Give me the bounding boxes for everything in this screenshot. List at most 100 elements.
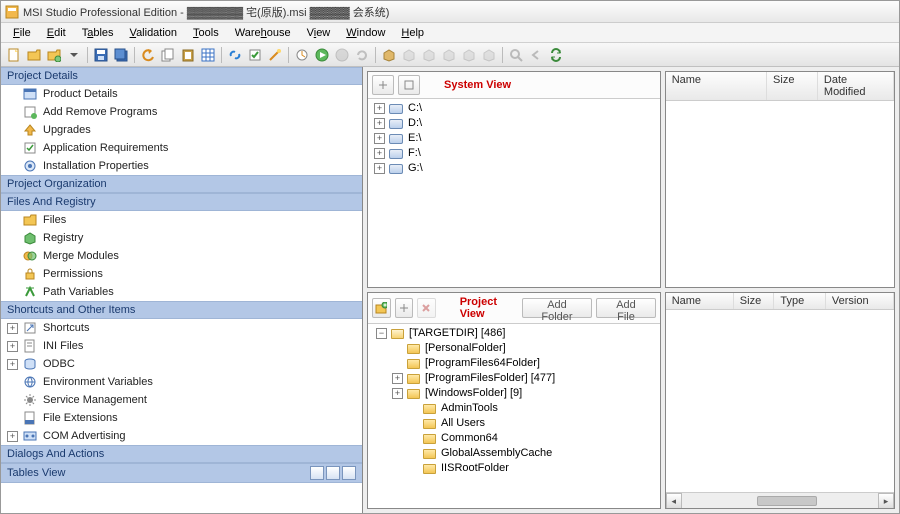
scroll-thumb[interactable] xyxy=(757,496,817,506)
tb-box2-icon[interactable] xyxy=(400,46,418,64)
project-list-body[interactable] xyxy=(666,310,894,492)
proj-node[interactable]: AdminTools xyxy=(372,401,656,416)
nav-add-remove-programs[interactable]: Add Remove Programs xyxy=(1,103,362,121)
nav-merge-modules[interactable]: Merge Modules xyxy=(1,247,362,265)
projview-new-button[interactable] xyxy=(372,298,391,318)
tb-box6-icon[interactable] xyxy=(480,46,498,64)
tb-table-icon[interactable] xyxy=(199,46,217,64)
tb-box5-icon[interactable] xyxy=(460,46,478,64)
col-date[interactable]: Date Modified xyxy=(818,72,894,100)
add-folder-button[interactable]: Add Folder xyxy=(522,298,593,318)
section-files-and-registry[interactable]: Files And Registry xyxy=(1,193,362,211)
nav-upgrades[interactable]: Upgrades xyxy=(1,121,362,139)
system-list-body[interactable] xyxy=(666,101,894,287)
horizontal-scrollbar[interactable]: ◂ ▸ xyxy=(666,492,894,508)
drive-F[interactable]: +F:\ xyxy=(372,146,656,161)
section-dialogs-and-actions[interactable]: Dialogs And Actions xyxy=(1,445,362,463)
tb-new-icon[interactable] xyxy=(5,46,23,64)
tb-open-icon[interactable] xyxy=(25,46,43,64)
tb-refresh-icon[interactable] xyxy=(353,46,371,64)
proj-node[interactable]: Common64 xyxy=(372,431,656,446)
proj-node[interactable]: [PersonalFolder] xyxy=(372,341,656,356)
menu-window[interactable]: Window xyxy=(338,25,393,41)
drive-C[interactable]: +C:\ xyxy=(372,101,656,116)
proj-node[interactable]: −[TARGETDIR] [486] xyxy=(372,326,656,341)
menu-tools[interactable]: Tools xyxy=(185,25,227,41)
proj-node[interactable]: IISRootFolder xyxy=(372,461,656,476)
tb-paste-icon[interactable] xyxy=(179,46,197,64)
add-file-button[interactable]: Add File xyxy=(596,298,655,318)
sysview-expand-button[interactable] xyxy=(372,75,394,95)
tb-saveall-icon[interactable] xyxy=(112,46,130,64)
section-project-details[interactable]: Project Details xyxy=(1,67,362,85)
tb-dropdown-icon[interactable] xyxy=(65,46,83,64)
tb-wizard-icon[interactable] xyxy=(266,46,284,64)
tb-build-icon[interactable] xyxy=(293,46,311,64)
section-shortcuts-and-other-items[interactable]: Shortcuts and Other Items xyxy=(1,301,362,319)
sysview-collapse-button[interactable] xyxy=(398,75,420,95)
expand-icon[interactable]: + xyxy=(392,373,403,384)
expand-icon[interactable]: + xyxy=(374,133,385,144)
nav-com-advertising[interactable]: COM Advertising xyxy=(1,427,362,445)
tables-grid1-icon[interactable] xyxy=(310,466,324,480)
nav-ini-files[interactable]: INI Files xyxy=(1,337,362,355)
expand-icon[interactable]: + xyxy=(374,163,385,174)
expand-icon[interactable]: + xyxy=(374,103,385,114)
menu-help[interactable]: Help xyxy=(393,25,432,41)
projview-delete-button[interactable] xyxy=(417,298,436,318)
nav-environment-variables[interactable]: Environment Variables xyxy=(1,373,362,391)
proj-node[interactable]: GlobalAssemblyCache xyxy=(372,446,656,461)
proj-node[interactable]: +[WindowsFolder] [9] xyxy=(372,386,656,401)
nav-service-management[interactable]: Service Management xyxy=(1,391,362,409)
nav-application-requirements[interactable]: Application Requirements xyxy=(1,139,362,157)
section-project-organization[interactable]: Project Organization xyxy=(1,175,362,193)
system-view-tree[interactable]: +C:\+D:\+E:\+F:\+G:\ xyxy=(368,99,660,287)
menu-file[interactable]: File xyxy=(5,25,39,41)
menu-tables[interactable]: Tables xyxy=(74,25,122,41)
tb-stop-icon[interactable] xyxy=(333,46,351,64)
scroll-right-icon[interactable]: ▸ xyxy=(878,493,894,509)
proj-node[interactable]: +[ProgramFilesFolder] [477] xyxy=(372,371,656,386)
tb-copy-icon[interactable] xyxy=(159,46,177,64)
nav-odbc[interactable]: ODBC xyxy=(1,355,362,373)
tables-grid3-icon[interactable] xyxy=(342,466,356,480)
scroll-left-icon[interactable]: ◂ xyxy=(666,493,682,509)
col-size2[interactable]: Size xyxy=(734,293,775,309)
col-name[interactable]: Name xyxy=(666,72,767,100)
nav-file-extensions[interactable]: File Extensions xyxy=(1,409,362,427)
drive-E[interactable]: +E:\ xyxy=(372,131,656,146)
tb-box4-icon[interactable] xyxy=(440,46,458,64)
tb-box1-icon[interactable] xyxy=(380,46,398,64)
drive-D[interactable]: +D:\ xyxy=(372,116,656,131)
tables-grid2-icon[interactable] xyxy=(326,466,340,480)
tb-back-icon[interactable] xyxy=(527,46,545,64)
project-view-tree[interactable]: −[TARGETDIR] [486][PersonalFolder][Progr… xyxy=(368,324,660,508)
tb-undo-icon[interactable] xyxy=(139,46,157,64)
projview-expand-button[interactable] xyxy=(395,298,414,318)
col-name2[interactable]: Name xyxy=(666,293,734,309)
nav-product-details[interactable]: Product Details xyxy=(1,85,362,103)
menu-edit[interactable]: Edit xyxy=(39,25,74,41)
tb-go-icon[interactable] xyxy=(313,46,331,64)
col-type2[interactable]: Type xyxy=(774,293,826,309)
tb-box3-icon[interactable] xyxy=(420,46,438,64)
tb-sync-icon[interactable] xyxy=(547,46,565,64)
tb-link-icon[interactable] xyxy=(226,46,244,64)
tb-open2-icon[interactable] xyxy=(45,46,63,64)
nav-registry[interactable]: Registry xyxy=(1,229,362,247)
proj-node[interactable]: All Users xyxy=(372,416,656,431)
menu-warehouse[interactable]: Warehouse xyxy=(227,25,299,41)
expand-icon[interactable]: + xyxy=(392,388,403,399)
nav-files[interactable]: Files xyxy=(1,211,362,229)
drive-G[interactable]: +G:\ xyxy=(372,161,656,176)
nav-permissions[interactable]: Permissions xyxy=(1,265,362,283)
tb-save-icon[interactable] xyxy=(92,46,110,64)
nav-path-variables[interactable]: Path Variables xyxy=(1,283,362,301)
expand-icon[interactable]: − xyxy=(376,328,387,339)
expand-icon[interactable]: + xyxy=(374,148,385,159)
nav-installation-properties[interactable]: Installation Properties xyxy=(1,157,362,175)
proj-node[interactable]: [ProgramFiles64Folder] xyxy=(372,356,656,371)
expand-icon[interactable]: + xyxy=(374,118,385,129)
menu-view[interactable]: View xyxy=(299,25,339,41)
col-size[interactable]: Size xyxy=(767,72,818,100)
